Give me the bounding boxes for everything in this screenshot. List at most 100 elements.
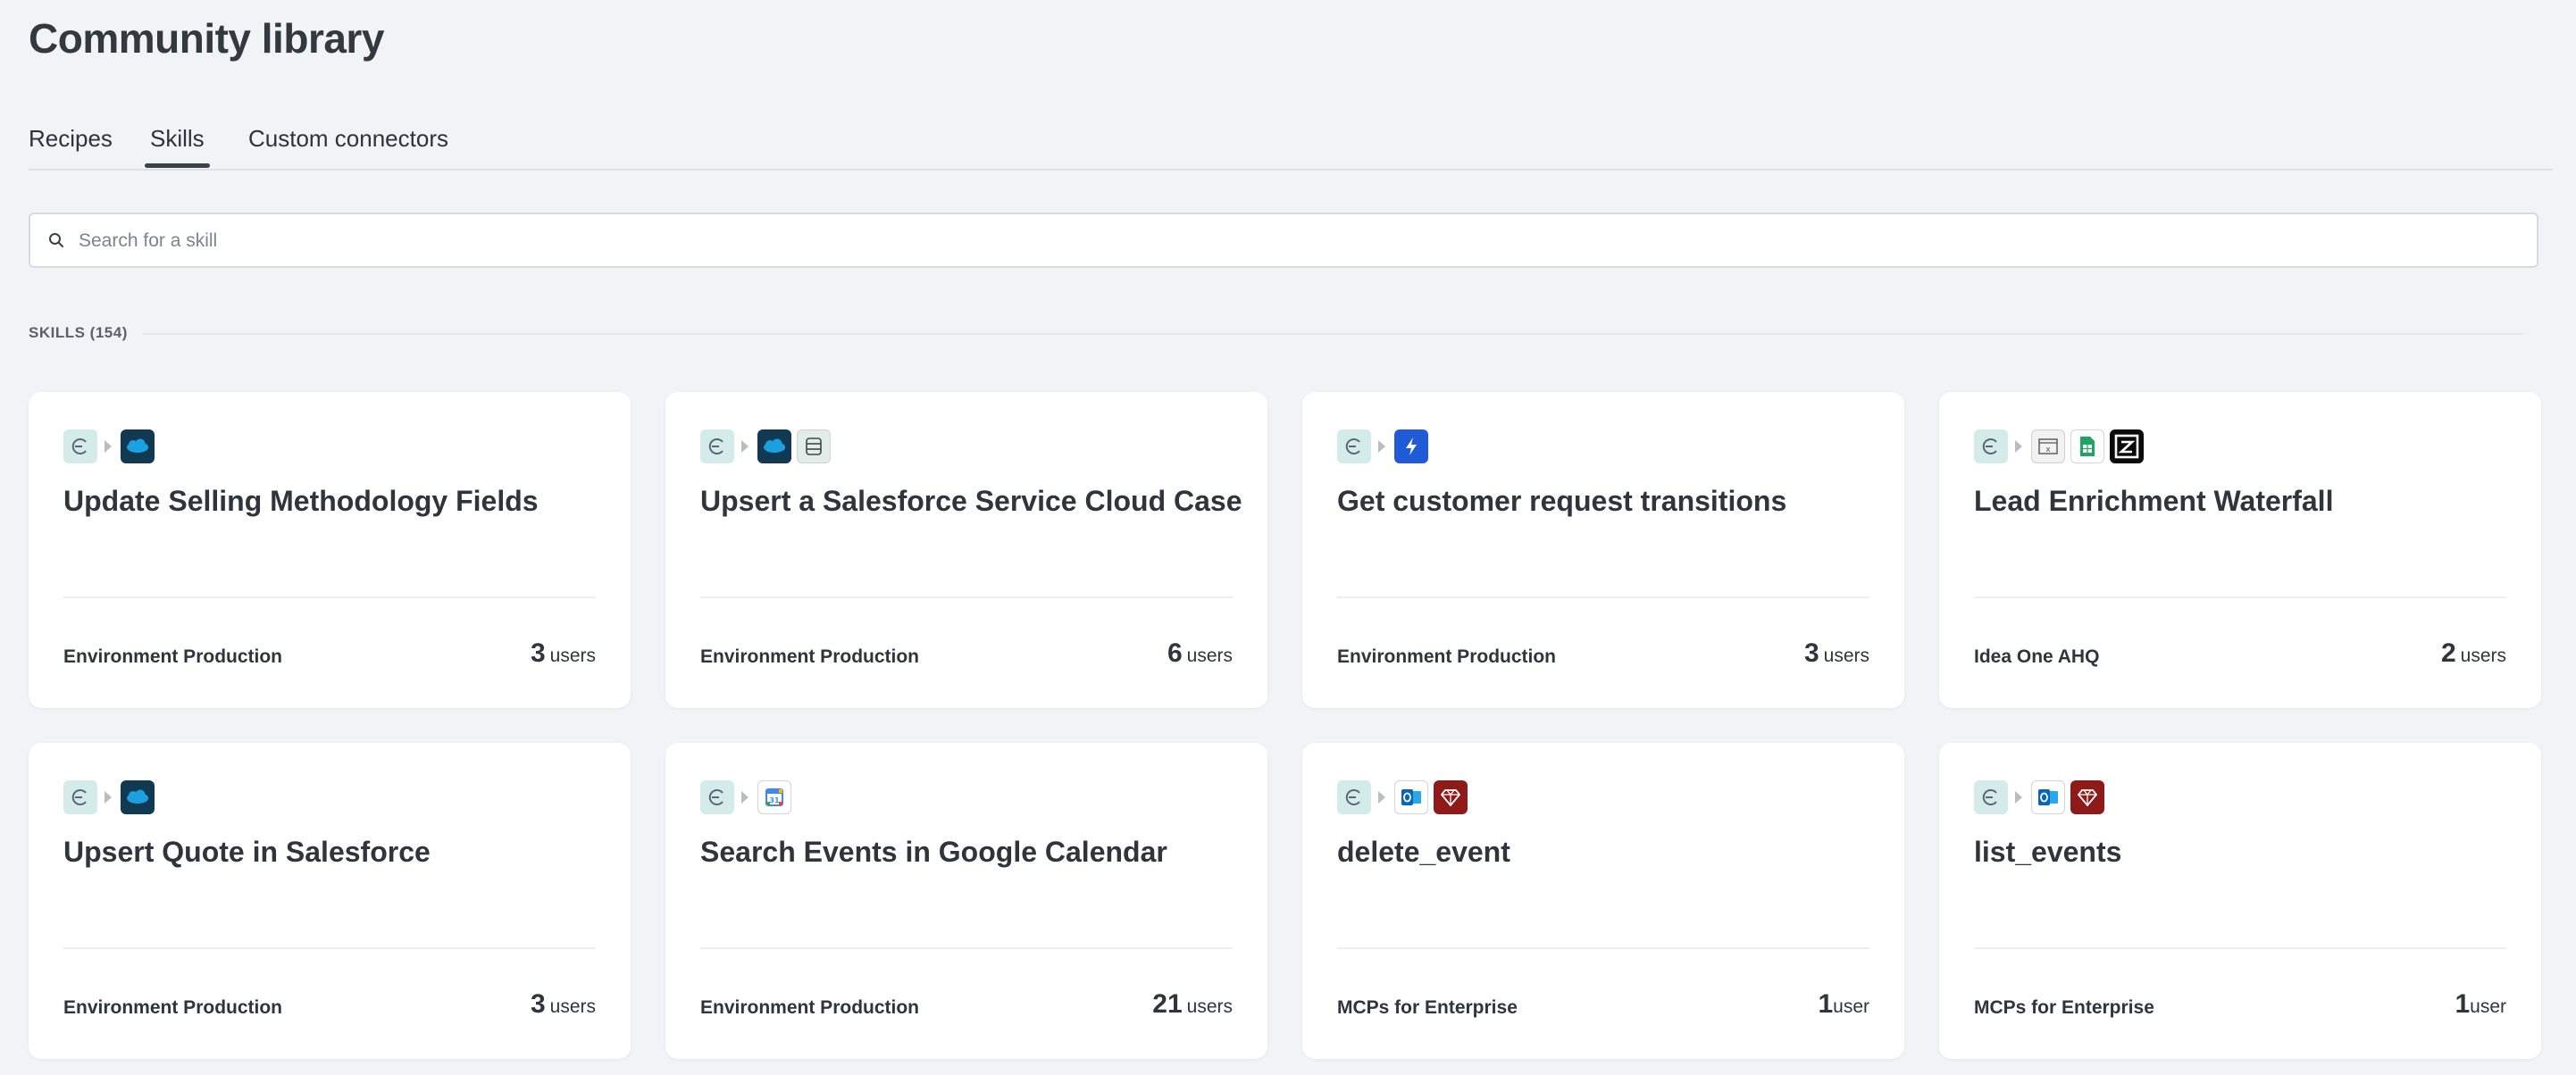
skill-environment: Idea One AHQ [1974, 646, 2100, 667]
search-box [29, 212, 2538, 268]
outlook-icon [2031, 780, 2065, 814]
skill-environment: Environment Production [700, 646, 920, 667]
workato-icon [63, 429, 97, 463]
ruby-icon [1434, 780, 1468, 814]
skill-title: delete_event [1337, 836, 1510, 868]
ruby-icon [2070, 780, 2104, 814]
skill-environment: Environment Production [1337, 646, 1557, 667]
svg-text:x: x [2045, 446, 2051, 454]
skill-user-count: 2 users [2441, 638, 2506, 669]
workato-icon [1337, 429, 1371, 463]
workato-icon [63, 780, 97, 814]
workato-icon [700, 780, 734, 814]
skill-user-count: 6 users [1167, 638, 1233, 669]
salesforce-icon [121, 429, 155, 463]
zoominfo-icon [2110, 429, 2144, 463]
salesforce-icon [121, 780, 155, 814]
skill-user-count: 1user [2455, 989, 2506, 1020]
user-count-label: user [1833, 996, 1869, 1017]
connector-icons [63, 780, 160, 814]
skill-title: Search Events in Google Calendar [700, 836, 1167, 868]
connector-icons [63, 429, 160, 463]
search-input[interactable] [77, 221, 2492, 261]
skill-environment: Environment Production [63, 997, 283, 1018]
connector-icons [1974, 780, 2110, 814]
card-divider [1974, 947, 2506, 949]
workato-icon [1974, 429, 2008, 463]
skill-user-count: 21 users [1152, 989, 1233, 1020]
connector-icons [700, 429, 836, 463]
outlook-icon [1394, 780, 1428, 814]
user-count-number: 1 [1818, 989, 1834, 1019]
user-count-number: 2 [2440, 638, 2456, 668]
user-count-label: users [1823, 646, 1869, 666]
flow-arrow-icon [741, 791, 749, 804]
search-icon [49, 233, 63, 247]
skill-card[interactable]: Update Selling Methodology Fields Environ… [29, 392, 631, 708]
workato-icon [1974, 780, 2008, 814]
skill-card[interactable]: list_events MCPs for Enterprise 1user [1939, 743, 2541, 1059]
skill-title: Update Selling Methodology Fields [63, 485, 539, 517]
workato-icon [1337, 780, 1371, 814]
skill-user-count: 3 users [531, 638, 596, 669]
skill-card[interactable]: 31 Search Events in Google Calendar Enviro… [665, 743, 1267, 1059]
user-count-label: users [2460, 646, 2506, 666]
flow-arrow-icon [741, 440, 749, 453]
card-divider [1337, 596, 1869, 598]
user-count-label: users [549, 646, 596, 666]
workato-icon [700, 429, 734, 463]
skill-title: Get customer request transitions [1337, 485, 1787, 517]
user-count-number: 3 [530, 638, 546, 668]
skill-title: Upsert Quote in Salesforce [63, 836, 431, 868]
tab-recipes[interactable]: Recipes [29, 125, 113, 163]
skill-user-count: 1user [1818, 989, 1869, 1020]
user-count-number: 1 [2455, 989, 2471, 1019]
flow-arrow-icon [105, 440, 112, 453]
database-icon [797, 429, 831, 463]
card-divider [1974, 596, 2506, 598]
section-divider [143, 333, 2523, 335]
card-divider [1337, 947, 1869, 949]
user-count-number: 3 [530, 989, 546, 1019]
spreadsheet-icon: x [2031, 429, 2065, 463]
user-count-label: users [549, 996, 596, 1017]
skill-title: Upsert a Salesforce Service Cloud Case [700, 485, 1242, 517]
connector-icons [1337, 780, 1473, 814]
user-count-label: users [1186, 996, 1233, 1017]
flow-arrow-icon [105, 791, 112, 804]
user-count-number: 21 [1152, 989, 1183, 1019]
connector-icons [1337, 429, 1434, 463]
connector-icons: 31 [700, 780, 797, 814]
jira-service-management-icon [1394, 429, 1428, 463]
skill-user-count: 3 users [531, 989, 596, 1020]
skill-environment: MCPs for Enterprise [1337, 997, 1518, 1018]
tab-custom-connectors[interactable]: Custom connectors [248, 125, 448, 163]
skills-count-label: SKILLS (154) [29, 324, 128, 341]
skill-card[interactable]: x Lead Enrichment Waterfall Idea One AHQ 2 u… [1939, 392, 2541, 708]
skill-card[interactable]: Upsert Quote in Salesforce Environment Pr… [29, 743, 631, 1059]
skill-environment: Environment Production [63, 646, 283, 667]
skill-card[interactable]: Get customer request transitions Environm… [1302, 392, 1904, 708]
skill-title: list_events [1974, 836, 2122, 868]
skill-environment: MCPs for Enterprise [1974, 997, 2154, 1018]
user-count-label: user [2470, 996, 2506, 1017]
skill-user-count: 3 users [1804, 638, 1869, 669]
user-count-number: 3 [1803, 638, 1819, 668]
card-divider [700, 596, 1233, 598]
flow-arrow-icon [1378, 791, 1385, 804]
user-count-label: users [1186, 646, 1233, 666]
card-divider [63, 596, 596, 598]
flow-arrow-icon [2015, 791, 2022, 804]
card-divider [700, 947, 1233, 949]
skill-title: Lead Enrichment Waterfall [1974, 485, 2334, 517]
skill-card[interactable]: delete_event MCPs for Enterprise 1user [1302, 743, 1904, 1059]
svg-text:31: 31 [769, 796, 780, 804]
salesforce-icon [757, 429, 791, 463]
skill-card[interactable]: Upsert a Salesforce Service Cloud Case En… [665, 392, 1267, 708]
google-calendar-icon: 31 [757, 780, 791, 814]
google-sheets-icon [2070, 429, 2104, 463]
connector-icons: x [1974, 429, 2149, 463]
skill-environment: Environment Production [700, 997, 920, 1018]
flow-arrow-icon [1378, 440, 1385, 453]
tab-skills[interactable]: Skills [145, 125, 210, 168]
